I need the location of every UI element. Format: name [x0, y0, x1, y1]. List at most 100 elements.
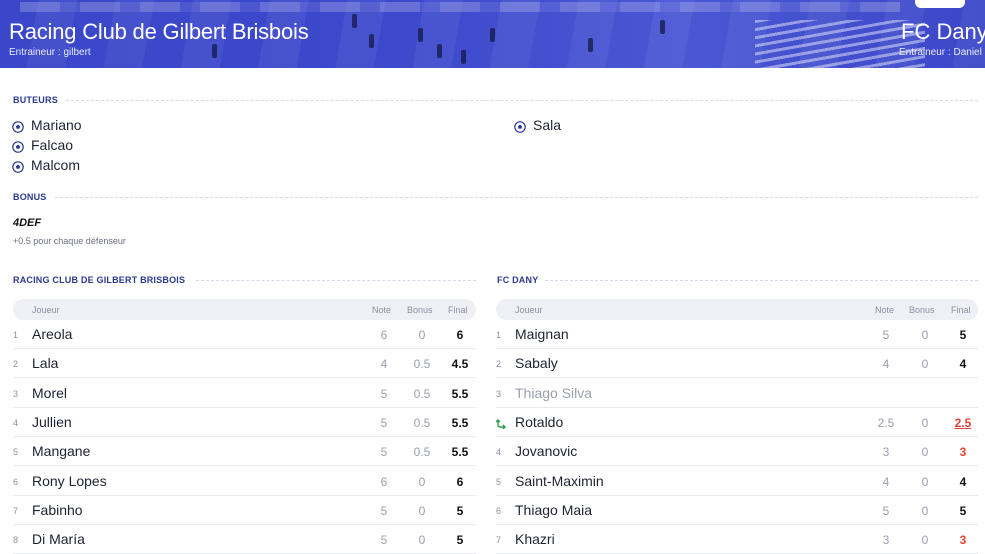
bonus-description: +0.5 pour chaque défenseur	[13, 236, 126, 246]
away-coach: Entraineur : Daniel	[899, 47, 982, 58]
stadium-steps	[755, 20, 925, 68]
table-row[interactable]: 7 Fabinho 5 0 5	[13, 496, 476, 525]
player-name[interactable]: Rotaldo	[515, 414, 563, 430]
goal-ball-icon	[12, 140, 24, 153]
table-row[interactable]: 4 Jovanovic 3 0 3	[496, 437, 978, 467]
player-name[interactable]: Morel	[32, 385, 67, 401]
player-final-score: 4	[959, 474, 967, 489]
table-row[interactable]: 5 Saint-Maximin 4 0 4	[496, 467, 978, 496]
row-number: 8	[13, 535, 19, 546]
row-number: 6	[496, 505, 502, 516]
player-silhouette	[437, 44, 442, 58]
player-silhouette	[461, 50, 466, 64]
table-row[interactable]: 6 Thiago Maia 5 0 5	[496, 496, 978, 525]
row-number: 6	[13, 476, 19, 487]
row-number: 5	[13, 447, 19, 458]
row-number: 1	[13, 330, 19, 340]
table-row[interactable]: 4 Jullien 5 0.5 5.5	[13, 408, 476, 437]
player-final-score: 5	[456, 503, 464, 518]
player-final-score: 5	[456, 533, 464, 548]
scorer-name[interactable]: Falcao	[31, 137, 73, 153]
player-note: 5	[882, 328, 890, 342]
table-row[interactable]: 8 Di María 5 0 5	[13, 525, 476, 554]
player-note: 2.5	[877, 415, 895, 430]
table-row[interactable]: 5 Mangane 5 0.5 5.5	[13, 437, 476, 467]
player-final-score: 3	[959, 533, 967, 548]
scorers-section-title: BUTEURS	[13, 95, 58, 105]
col-player-header: Joueur	[32, 305, 60, 315]
row-number: 4	[496, 447, 502, 458]
player-name[interactable]: Mangane	[32, 443, 90, 459]
table-row[interactable]: 2 Sabaly 4 0 4	[496, 349, 978, 379]
player-final-score: 6	[456, 474, 464, 489]
home-lineup-table: Joueur Note Bonus Final 1 Areola 6 0 6 2 Lala 4…	[13, 299, 476, 554]
player-bonus: 0.5	[413, 415, 431, 430]
row-number: 1	[496, 330, 502, 340]
player-bonus: 0	[921, 357, 929, 372]
player-note: 5	[882, 503, 890, 518]
row-number: 7	[13, 505, 19, 516]
player-name[interactable]: Saint-Maximin	[515, 473, 604, 489]
col-note-header: Note	[875, 305, 895, 315]
player-bonus: 0	[921, 474, 929, 489]
table-row[interactable]: 3 Thiago Silva	[496, 379, 978, 408]
player-name[interactable]: Di María	[32, 531, 85, 547]
player-name[interactable]: Lala	[32, 355, 58, 371]
table-row[interactable]: 6 Rony Lopes 6 0 6	[13, 467, 476, 496]
row-number: 7	[496, 535, 502, 546]
away-team-name[interactable]: FC Dany	[901, 19, 985, 45]
col-final-header: Final	[448, 305, 468, 315]
scorer-name[interactable]: Malcom	[31, 157, 80, 173]
player-bonus: 0.5	[413, 357, 431, 372]
home-team-name[interactable]: Racing Club de Gilbert Brisbois	[9, 19, 309, 45]
player-name[interactable]: Thiago Maia	[515, 502, 592, 518]
bonus-section-title: BONUS	[13, 192, 47, 202]
table-row[interactable]: Rotaldo 2.5 0 2.5	[495, 408, 978, 437]
player-bonus: 0.5	[413, 445, 431, 460]
player-name[interactable]: Khazri	[515, 531, 555, 547]
player-bonus: 0	[418, 328, 426, 342]
row-number: 3	[496, 388, 502, 399]
bonus-name: 4DEF	[13, 217, 42, 229]
player-silhouette	[352, 14, 357, 28]
player-final-score: 4	[959, 357, 967, 372]
player-name[interactable]: Sabaly	[515, 355, 558, 371]
player-final-score: 6	[456, 328, 464, 342]
player-note: 5	[380, 445, 388, 460]
col-note-header: Note	[372, 305, 392, 315]
player-silhouette	[588, 38, 593, 52]
scorer-name[interactable]: Sala	[533, 117, 561, 133]
substitution-icon	[495, 416, 507, 430]
player-silhouette	[660, 20, 665, 34]
home-table-title: RACING CLUB DE GILBERT BRISBOIS	[13, 275, 186, 285]
table-row[interactable]: 3 Morel 5 0.5 5.5	[13, 379, 476, 408]
player-bonus: 0	[418, 474, 426, 489]
player-name[interactable]: Jovanovic	[515, 443, 577, 459]
player-name[interactable]: Rony Lopes	[32, 473, 107, 489]
player-bonus: 0	[921, 445, 929, 460]
player-silhouette	[490, 28, 495, 42]
table-row[interactable]: 1 Areola 6 0 6	[13, 320, 476, 349]
player-final-score: 4.5	[451, 357, 469, 372]
player-name[interactable]: Maignan	[515, 326, 569, 342]
table-row[interactable]: 2 Lala 4 0.5 4.5	[13, 349, 476, 379]
player-name[interactable]: Thiago Silva	[515, 385, 592, 401]
row-number: 4	[13, 417, 19, 428]
row-number: 3	[13, 388, 19, 399]
player-silhouette	[212, 44, 217, 58]
player-note: 4	[882, 474, 890, 489]
row-number: 2	[13, 359, 19, 370]
away-lineup-table: Joueur Note Bonus Final 1 Maignan 5 0 5 2 Saba…	[495, 299, 978, 554]
player-final-score: 5	[959, 328, 967, 342]
player-name[interactable]: Jullien	[32, 414, 72, 430]
player-name[interactable]: Areola	[32, 326, 72, 342]
player-note: 3	[882, 445, 890, 460]
table-row[interactable]: 7 Khazri 3 0 3	[496, 525, 978, 554]
player-name[interactable]: Fabinho	[32, 502, 83, 518]
player-bonus: 0	[921, 533, 929, 548]
table-row[interactable]: 1 Maignan 5 0 5	[496, 320, 978, 349]
scorer-name[interactable]: Mariano	[31, 117, 82, 133]
row-number: 2	[496, 359, 502, 370]
player-bonus: 0	[418, 503, 426, 518]
player-final-score: 2.5	[954, 415, 972, 430]
